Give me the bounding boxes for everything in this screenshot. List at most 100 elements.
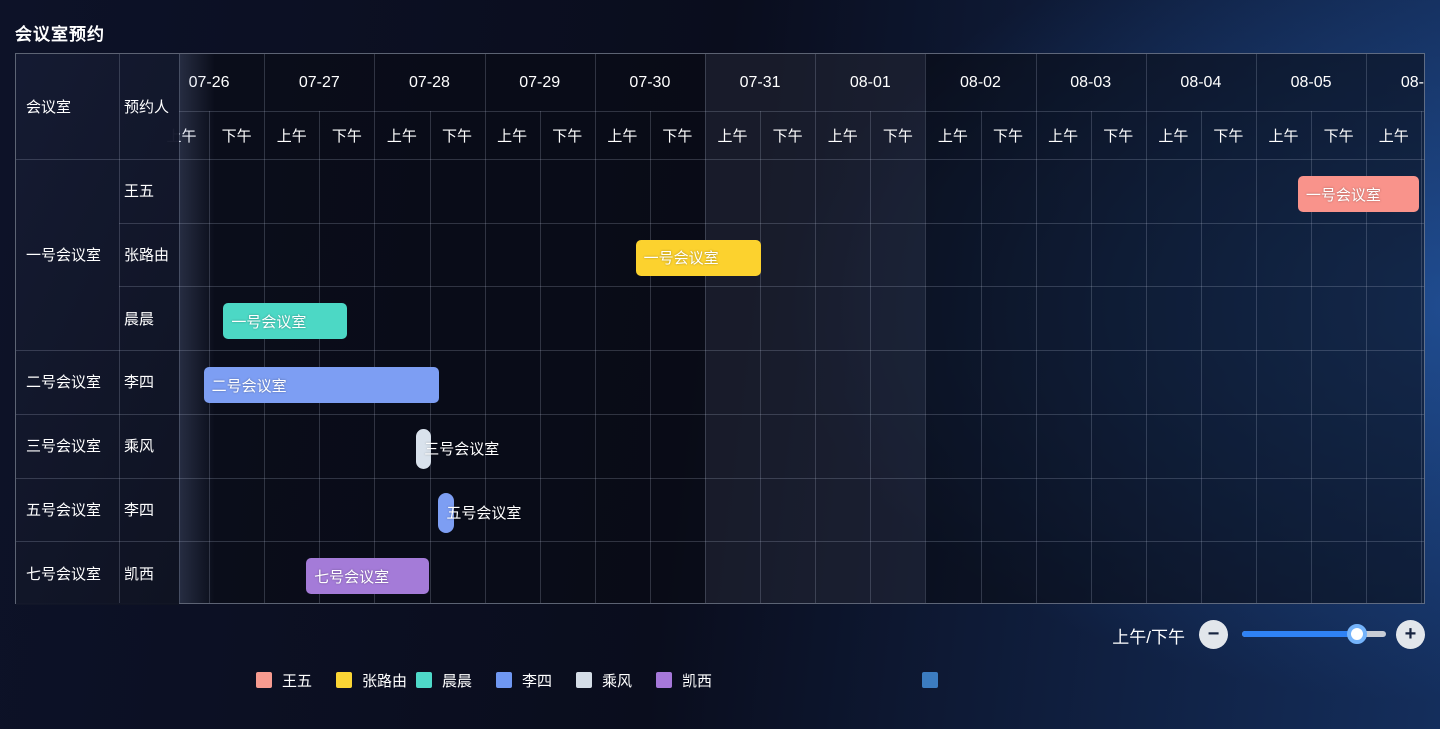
date-header-cell: 08-04: [1146, 54, 1256, 111]
halfday-header-cell: 上午: [705, 111, 760, 159]
reserver-cell: 乘风: [124, 414, 179, 478]
halfday-header-cell: 上午: [264, 111, 319, 159]
grid-line-halfday-boundary: [540, 111, 541, 603]
reserver-cell: 张路由: [124, 223, 179, 287]
reservation-bar-label: 三号会议室: [424, 429, 499, 469]
legend-label: 乘风: [602, 670, 632, 691]
grid-line-halfday-boundary: [430, 111, 431, 603]
reservation-bar-label: 七号会议室: [314, 558, 389, 594]
legend-item[interactable]: 张路由: [336, 664, 407, 696]
halfday-header-cell: 上午: [815, 111, 870, 159]
reserver-cell: 李四: [124, 350, 179, 414]
grid-line-halfday-boundary: [870, 111, 871, 603]
room-cell: 五号会议室: [26, 478, 119, 542]
halfday-header-cell: 上午: [1146, 111, 1201, 159]
date-header-cell: 07-29: [485, 54, 595, 111]
room-cell: 一号会议室: [26, 159, 119, 350]
legend-swatch: [496, 672, 512, 688]
halfday-header-cell: 上午: [485, 111, 540, 159]
zoom-slider-handle[interactable]: [1347, 624, 1367, 644]
legend-label: 凯西: [682, 670, 712, 691]
reserver-cell: 晨晨: [124, 286, 179, 350]
halfday-header-cell: 上午: [925, 111, 980, 159]
halfday-header-cell: 下午: [430, 111, 485, 159]
reservation-bar-label: 一号会议室: [644, 240, 719, 276]
reservation-bar[interactable]: 五号会议室: [438, 493, 453, 533]
reservation-bar-label: 二号会议室: [212, 367, 287, 403]
reserver-column-header: 预约人: [124, 54, 179, 159]
zoom-slider-fill: [1242, 631, 1357, 637]
reservation-bar[interactable]: 三号会议室: [416, 429, 430, 469]
grid-line-halfday-boundary: [1421, 111, 1422, 603]
room-column-header: 会议室: [26, 54, 119, 159]
room-cell: 三号会议室: [26, 414, 119, 478]
legend-label: 张路由: [362, 670, 407, 691]
reservation-gantt-chart: 07-26上午下午07-27上午下午07-28上午下午07-29上午下午07-3…: [15, 53, 1425, 604]
legend-item[interactable]: 王五: [256, 664, 312, 696]
timeline-zoom-control: 上午/下午 − +: [1030, 617, 1430, 651]
halfday-header-cell: 下午: [319, 111, 374, 159]
date-header-cell: 07-27: [264, 54, 374, 111]
halfday-header-cell: 下午: [1311, 111, 1366, 159]
frozen-column-scroll-shadow: [179, 54, 215, 603]
halfday-header-cell: 下午: [1421, 111, 1424, 159]
reserver-cell: 李四: [124, 478, 179, 542]
legend-item[interactable]: 李四: [496, 664, 552, 696]
gantt-timeline-scroll-area[interactable]: 07-26上午下午07-27上午下午07-28上午下午07-29上午下午07-3…: [16, 54, 1424, 603]
legend-swatch: [256, 672, 272, 688]
date-header-cell: 07-30: [595, 54, 705, 111]
legend-item[interactable]: 凯西: [656, 664, 712, 696]
halfday-header-cell: 上午: [595, 111, 650, 159]
reservation-bar[interactable]: 二号会议室: [204, 367, 440, 403]
reserver-cell: 王五: [124, 159, 179, 223]
legend: 王五 张路由晨晨李四 乘风 凯西: [0, 664, 1440, 696]
halfday-header-cell: 上午: [1036, 111, 1091, 159]
reservation-bar[interactable]: 一号会议室: [636, 240, 762, 276]
legend-swatch: [336, 672, 352, 688]
zoom-in-button[interactable]: +: [1396, 620, 1425, 649]
halfday-header-cell: 下午: [870, 111, 925, 159]
legend-swatch: [922, 672, 938, 688]
grid-line-halfday-boundary: [1091, 111, 1092, 603]
reservation-bar[interactable]: 一号会议室: [1298, 176, 1419, 212]
zoom-control-label: 上午/下午: [1112, 623, 1185, 648]
grid-line-halfday-boundary: [981, 111, 982, 603]
halfday-header-cell: 下午: [1201, 111, 1256, 159]
date-header-cell: 08-02: [925, 54, 1035, 111]
grid-line-halfday-boundary: [319, 111, 320, 603]
grid-line-halfday-boundary: [760, 111, 761, 603]
date-header-cell: 07-28: [374, 54, 484, 111]
halfday-header-cell: 下午: [981, 111, 1036, 159]
reservation-bar-label: 五号会议室: [446, 493, 521, 533]
date-header-cell: 08-03: [1036, 54, 1146, 111]
zoom-slider-track[interactable]: [1242, 631, 1386, 637]
legend-item[interactable]: [922, 664, 948, 696]
date-header-cell: 08-05: [1256, 54, 1366, 111]
legend-item[interactable]: 晨晨: [416, 664, 472, 696]
meeting-room-reservation-app: 会议室预约 07-26上午下午07-27上午下午07-28上午下午07-29上午…: [0, 0, 1440, 729]
halfday-header-cell: 上午: [1366, 111, 1421, 159]
legend-label: 王五: [282, 670, 312, 691]
halfday-header-cell: 下午: [540, 111, 595, 159]
legend-swatch: [576, 672, 592, 688]
room-cell: 七号会议室: [26, 541, 119, 605]
zoom-out-button[interactable]: −: [1199, 620, 1228, 649]
date-header-cell: 08-06: [1366, 54, 1424, 111]
legend-swatch: [656, 672, 672, 688]
grid-line-halfday-boundary: [1201, 111, 1202, 603]
legend-swatch: [416, 672, 432, 688]
grid-line-halfday-boundary: [650, 111, 651, 603]
halfday-header-cell: 上午: [1256, 111, 1311, 159]
reservation-bar-label: 一号会议室: [1306, 176, 1381, 212]
reserver-cell: 凯西: [124, 541, 179, 605]
halfday-header-cell: 下午: [650, 111, 705, 159]
room-cell: 二号会议室: [26, 350, 119, 414]
date-header-cell: 07-31: [705, 54, 815, 111]
legend-item[interactable]: 乘风: [576, 664, 632, 696]
reservation-bar[interactable]: 七号会议室: [306, 558, 429, 594]
page-title: 会议室预约: [15, 20, 105, 45]
halfday-header-cell: 下午: [209, 111, 264, 159]
date-header-cell: 08-01: [815, 54, 925, 111]
gantt-frozen-columns: 会议室预约人一号会议室王五张路由晨晨二号会议室李四三号会议室乘风五号会议室李四七…: [16, 54, 179, 605]
reservation-bar[interactable]: 一号会议室: [223, 303, 346, 339]
